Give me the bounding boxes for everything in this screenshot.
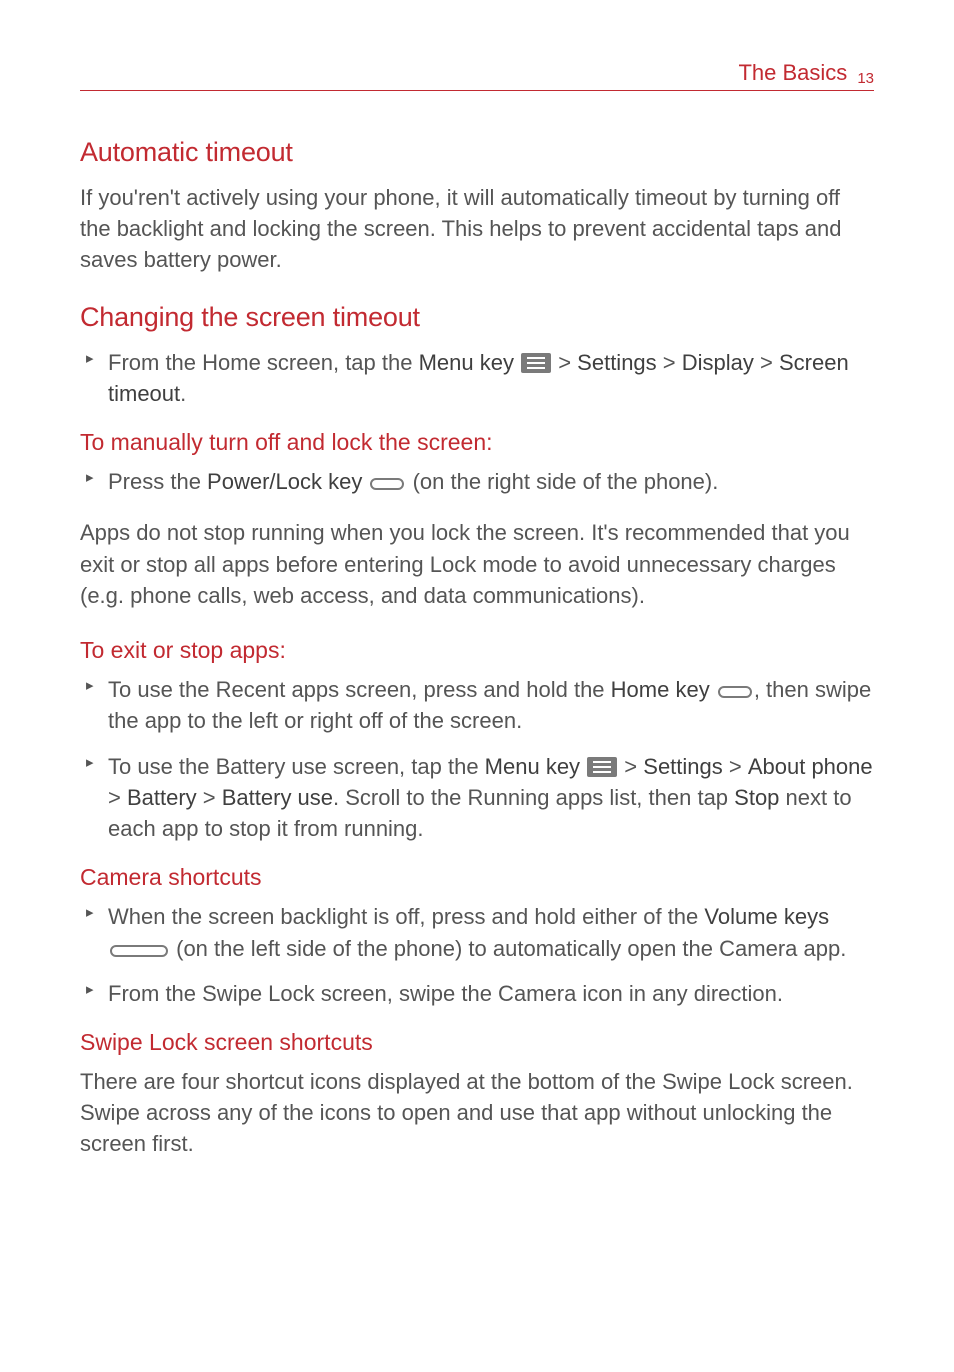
bold-text: About phone xyxy=(748,754,873,779)
bold-text: Settings xyxy=(577,350,657,375)
text: > xyxy=(657,350,682,375)
heading-changing-timeout: Changing the screen timeout xyxy=(80,302,874,333)
bold-text: Menu key xyxy=(485,754,580,779)
text: When the screen backlight is off, press … xyxy=(108,904,704,929)
text: To use the Recent apps screen, press and… xyxy=(108,677,611,702)
paragraph: If you'ren't actively using your phone, … xyxy=(80,182,874,276)
volume-key-icon xyxy=(110,945,168,957)
text: > xyxy=(108,785,127,810)
text: Press the xyxy=(108,469,207,494)
text: > xyxy=(754,350,779,375)
paragraph: There are four shortcut icons displayed … xyxy=(80,1066,874,1160)
text: . xyxy=(180,381,186,406)
menu-key-icon xyxy=(587,757,617,777)
text: To use the Battery use screen, tap the xyxy=(108,754,485,779)
list-item: Press the Power/Lock key (on the right s… xyxy=(80,466,874,497)
menu-key-icon xyxy=(521,353,551,373)
bold-text: Power/Lock key xyxy=(207,469,362,494)
subheading-swipe-lock: Swipe Lock screen shortcuts xyxy=(80,1029,874,1056)
text: > xyxy=(618,754,643,779)
text: From the Swipe Lock screen, swipe the Ca… xyxy=(108,981,783,1006)
subheading-exit-apps: To exit or stop apps: xyxy=(80,637,874,664)
text: . Scroll to the Running apps list, then … xyxy=(333,785,734,810)
text: (on the right side of the phone). xyxy=(406,469,718,494)
bold-text: Stop xyxy=(734,785,779,810)
list-item: From the Home screen, tap the Menu key >… xyxy=(80,347,874,409)
bold-text: Settings xyxy=(643,754,723,779)
bold-text: Battery use xyxy=(222,785,333,810)
bullet-list: When the screen backlight is off, press … xyxy=(80,901,874,1009)
heading-automatic-timeout: Automatic timeout xyxy=(80,137,874,168)
list-item: To use the Recent apps screen, press and… xyxy=(80,674,874,736)
bold-text: Display xyxy=(682,350,754,375)
home-key-icon xyxy=(718,686,752,698)
list-item: When the screen backlight is off, press … xyxy=(80,901,874,963)
bold-text: Home key xyxy=(611,677,710,702)
bold-text: Battery xyxy=(127,785,197,810)
subheading-camera-shortcuts: Camera shortcuts xyxy=(80,864,874,891)
bullet-list: To use the Recent apps screen, press and… xyxy=(80,674,874,844)
breadcrumb: The Basics xyxy=(738,60,847,86)
text: > xyxy=(723,754,748,779)
page-header: The Basics 13 xyxy=(80,60,874,91)
text: From the Home screen, tap the xyxy=(108,350,419,375)
text: > xyxy=(552,350,577,375)
subheading-manual-lock: To manually turn off and lock the screen… xyxy=(80,429,874,456)
bullet-list: From the Home screen, tap the Menu key >… xyxy=(80,347,874,409)
page-number: 13 xyxy=(857,70,874,87)
text: (on the left side of the phone) to autom… xyxy=(170,936,846,961)
bullet-list: Press the Power/Lock key (on the right s… xyxy=(80,466,874,497)
text: > xyxy=(197,785,222,810)
list-item: To use the Battery use screen, tap the M… xyxy=(80,751,874,845)
bold-text: Menu key xyxy=(419,350,514,375)
paragraph: Apps do not stop running when you lock t… xyxy=(80,517,874,611)
power-key-icon xyxy=(370,478,404,490)
bold-text: Volume keys xyxy=(704,904,829,929)
list-item: From the Swipe Lock screen, swipe the Ca… xyxy=(80,978,874,1009)
